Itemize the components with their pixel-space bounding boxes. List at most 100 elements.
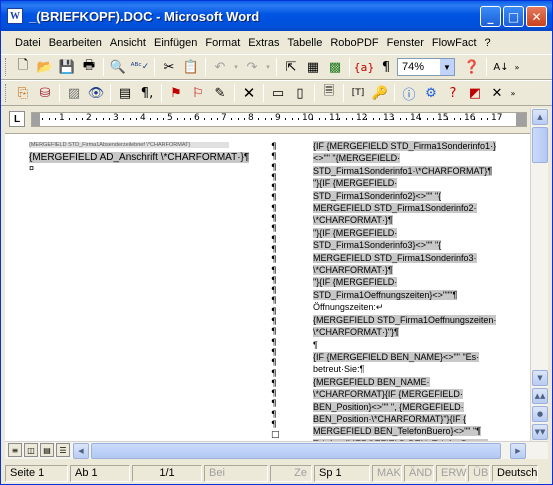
ruler-right-margin[interactable] [516, 113, 526, 126]
field-code-line[interactable]: \*CHARFORMAT·}¶ [313, 214, 509, 226]
cut-icon[interactable]: ✂ [158, 56, 180, 78]
color-swatch-icon[interactable]: ◩ [464, 82, 486, 104]
field-code-line[interactable]: \*CHARFORMAT}{IF {MERGEFIELD· [313, 388, 509, 400]
info-column[interactable]: {IF {MERGEFIELD STD_Firma1Sonderinfo1·} <… [313, 140, 509, 441]
sender-line-field[interactable]: {MERGEFIELD STD_Firma1Absenderzeilebrief… [29, 142, 229, 148]
title-bar[interactable]: W _(BRIEFKOPF).DOC - Microsoft Word _ □ … [1, 1, 552, 31]
outline-view-button[interactable]: ☰ [56, 443, 70, 457]
highlight-fields-icon[interactable]: ⚑ [165, 82, 187, 104]
toolbar-grip[interactable] [5, 58, 8, 76]
menu-help[interactable]: ? [481, 34, 495, 52]
new-document-icon[interactable]: 🗋 [12, 56, 34, 78]
field-code-line[interactable]: {MERGEFIELD STD_Firma1Oeffnungszeiten· [313, 314, 509, 326]
redo-dropdown-icon[interactable]: ▾ [263, 56, 273, 78]
spelling-icon[interactable]: ᴬᴮᶜ✓ [129, 56, 151, 78]
status-extend[interactable]: ERW [436, 464, 466, 482]
address-column[interactable]: {MERGEFIELD STD_Firma1Absenderzeilebrief… [29, 142, 277, 173]
match-fields-icon[interactable]: ⚐ [187, 82, 209, 104]
field-code-line[interactable]: Öffnungszeiten:↵ [313, 301, 509, 313]
save-icon[interactable]: 💾 [56, 56, 78, 78]
insert-hyperlink-icon[interactable]: ⇱ [280, 56, 302, 78]
select-browse-object-button[interactable]: ● [532, 406, 548, 422]
undo-dropdown-icon[interactable]: ▾ [231, 56, 241, 78]
scroll-right-button[interactable]: ▶ [510, 443, 526, 459]
field-code-line[interactable]: BEN_Position}<>"" ", {MERGEFIELD· [313, 401, 509, 413]
field-brackets-icon[interactable]: [T] [347, 82, 369, 104]
word-app-icon[interactable]: W [7, 8, 23, 24]
field-code-line[interactable]: \*CHARFORMAT·}¶ [313, 264, 509, 276]
horizontal-scroll-thumb[interactable] [91, 443, 501, 459]
minimize-button[interactable]: _ [480, 6, 501, 27]
paste-icon[interactable]: 📋 [180, 56, 202, 78]
field-code-line[interactable]: \*CHARFORMAT·}"}¶ [313, 326, 509, 338]
field-code-line[interactable]: betreut·Sie:¶ [313, 363, 509, 375]
previous-page-button[interactable]: ▲▲ [532, 388, 548, 404]
field-codes-button[interactable]: {a} [353, 56, 375, 78]
delete-icon[interactable]: ✕ [238, 82, 260, 104]
field-code-line[interactable]: MERGEFIELD BEN_TelefonBuero}<>"" "¶ [313, 425, 509, 437]
main-document-icon[interactable]: ⎘ [12, 82, 34, 104]
close-x-icon[interactable]: ✕ [486, 82, 508, 104]
menu-ansicht[interactable]: Ansicht [106, 34, 150, 52]
document-area[interactable]: {MERGEFIELD STD_Firma1Absenderzeilebrief… [5, 133, 530, 441]
field-code-line[interactable]: MERGEFIELD STD_Firma1Sonderinfo3· [313, 252, 509, 264]
field-code-line[interactable]: "}{IF {MERGEFIELD· [313, 276, 509, 288]
insert-picture-icon[interactable]: ▨ [63, 82, 85, 104]
web-view-button[interactable]: ◫ [24, 443, 38, 457]
horizontal-ruler[interactable]: 1 2 3 4 5 6 7 8 9 10 11 12 13 14 15 16 17 [31, 112, 527, 127]
next-page-button[interactable]: ▼▼ [532, 424, 548, 440]
field-code-line[interactable]: {MERGEFIELD BEN_NAME· [313, 376, 509, 388]
help-circle-icon[interactable]: ? [442, 82, 464, 104]
field-code-line[interactable]: STD_Firma1Sonderinfo3}<>"" "{ [313, 239, 509, 251]
menu-format[interactable]: Format [201, 34, 244, 52]
field-code-line[interactable]: ¶ [313, 339, 509, 351]
status-macro-recording[interactable]: MAK [372, 464, 402, 482]
redo-icon[interactable]: ↷ [241, 56, 263, 78]
field-code-line[interactable]: "}{IF {MERGEFIELD· [313, 177, 509, 189]
menu-datei[interactable]: Datei [11, 34, 45, 52]
tab-selector[interactable]: L [9, 111, 25, 127]
document-icon[interactable]: 🗏 [318, 82, 340, 104]
field-code-line[interactable]: BEN_Position·\*CHARFORMAT}"}{IF { [313, 413, 509, 425]
toolbar-options-icon[interactable]: » [508, 82, 518, 104]
ruler-left-margin[interactable] [32, 113, 40, 126]
field-code-line[interactable]: <>"" "{MERGEFIELD· [313, 152, 509, 164]
normal-view-button[interactable]: ≡ [8, 443, 22, 457]
menu-flowfact[interactable]: FlowFact [428, 34, 481, 52]
scroll-up-button[interactable]: ▲ [532, 109, 548, 125]
sort-az-icon[interactable]: A↓ [490, 56, 512, 78]
menu-extras[interactable]: Extras [244, 34, 283, 52]
toolbar-grip[interactable] [5, 84, 8, 102]
open-data-source-icon[interactable]: ⛁ [34, 82, 56, 104]
status-overtype[interactable]: ÜB [468, 464, 490, 482]
toolbar-options-icon[interactable]: » [512, 56, 522, 78]
scroll-left-button[interactable]: ◀ [73, 443, 89, 459]
insert-table-icon[interactable]: ▦ [302, 56, 324, 78]
field-code-line[interactable]: {IF {MERGEFIELD STD_Firma1Sonderinfo1·} [313, 140, 509, 152]
help-icon[interactable]: ❓ [461, 56, 483, 78]
field-code-line[interactable]: MERGEFIELD STD_Firma1Sonderinfo2· [313, 202, 509, 214]
frame-icon[interactable]: ▭ [267, 82, 289, 104]
menu-fenster[interactable]: Fenster [383, 34, 428, 52]
menu-tabelle[interactable]: Tabelle [283, 34, 326, 52]
zoom-select[interactable]: 74% ▼ [397, 58, 455, 76]
vertical-scrollbar[interactable]: ▲ ▼ ▲▲ ● ▼▼ [530, 108, 548, 441]
edit-icon[interactable]: ✎ [209, 82, 231, 104]
open-folder-icon[interactable]: 📂 [34, 56, 56, 78]
menu-bearbeiten[interactable]: Bearbeiten [45, 34, 106, 52]
field-code-line[interactable]: "}{IF {MERGEFIELD· [313, 227, 509, 239]
show-formatting-icon[interactable]: ¶ [375, 56, 397, 78]
insert-field-icon[interactable]: ¶, [136, 82, 158, 104]
menu-einfuegen[interactable]: Einfügen [150, 34, 201, 52]
horizontal-scrollbar[interactable]: ≡ ◫ ▤ ☰ ◀ ▶ [5, 441, 548, 459]
print-preview-icon[interactable]: 🔍 [107, 56, 129, 78]
print-icon[interactable]: 🖶 [78, 56, 100, 78]
insert-excel-icon[interactable]: ▩ [324, 56, 346, 78]
scroll-down-button[interactable]: ▼ [532, 370, 548, 386]
field-code-line[interactable]: STD_Firma1Sonderinfo2}<>"" "{ [313, 190, 509, 202]
address-field[interactable]: {MERGEFIELD AD_Anschrift \*CHARFORMAT·}¶ [29, 152, 250, 163]
recipients-icon[interactable]: ▤ [114, 82, 136, 104]
undo-icon[interactable]: ↶ [209, 56, 231, 78]
view-merged-data-icon[interactable]: 👁 [85, 82, 107, 104]
field-code-line[interactable]: {IF {MERGEFIELD BEN_NAME}<>"" "Es· [313, 351, 509, 363]
